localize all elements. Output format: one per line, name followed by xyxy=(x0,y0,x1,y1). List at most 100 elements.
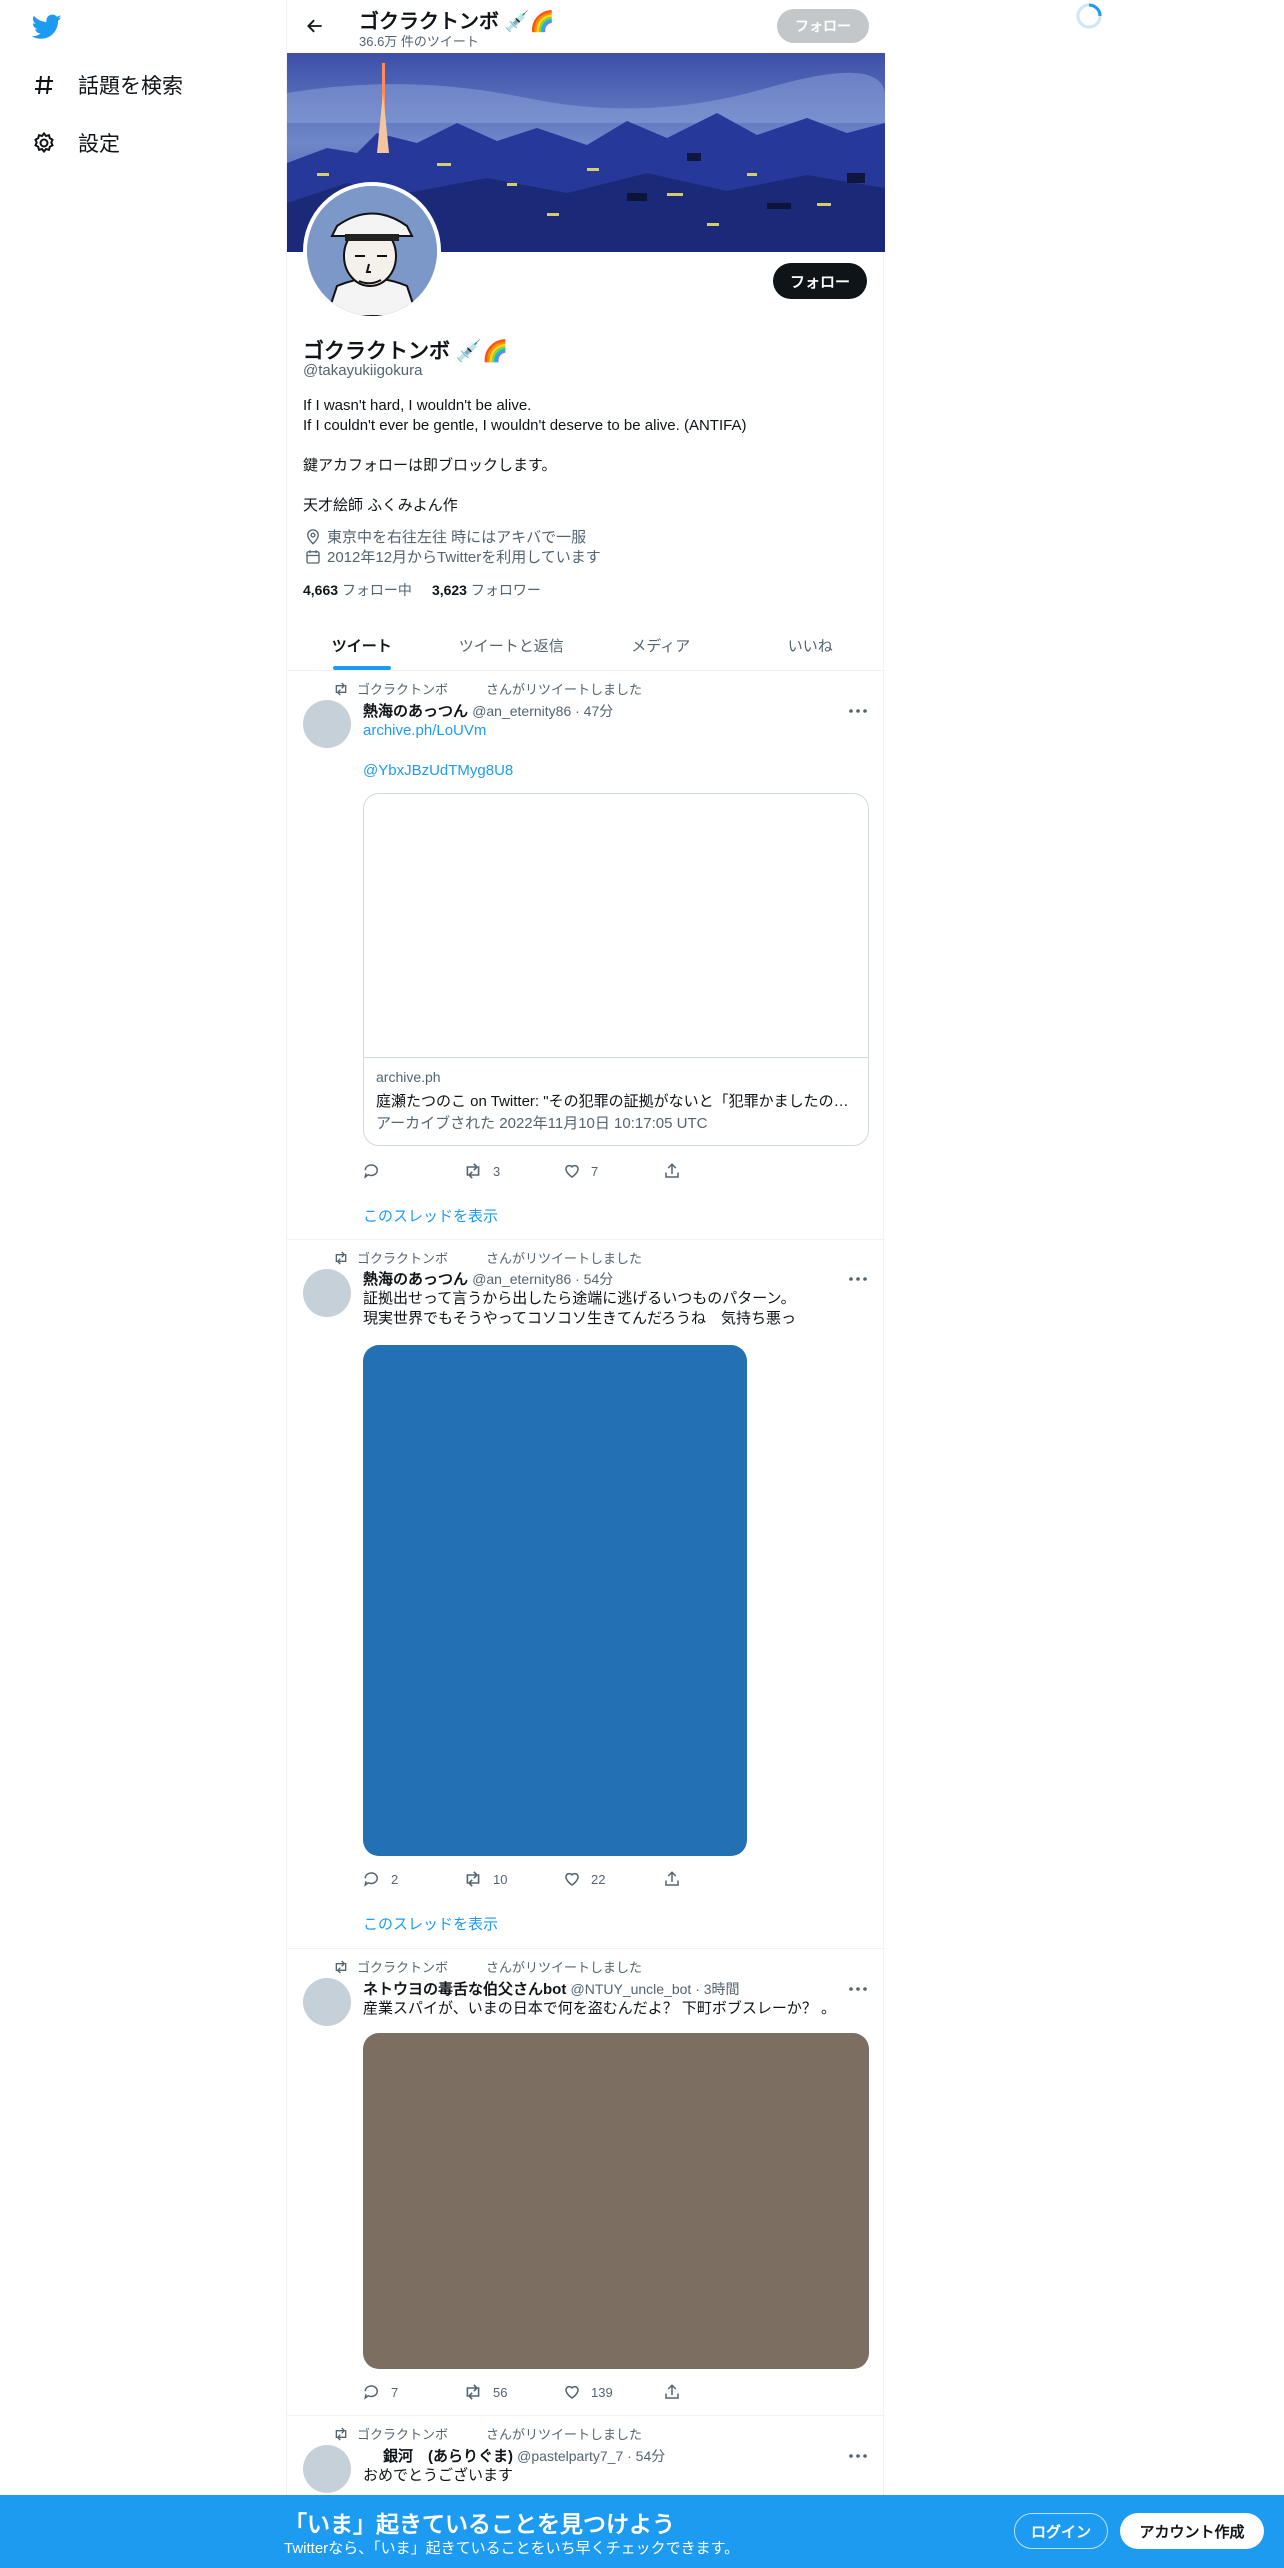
retweet-label: さんがリツイートしました xyxy=(486,2427,643,2442)
handle-time[interactable]: @an_eternity86 · 54分 xyxy=(472,1271,613,1287)
share-icon xyxy=(665,1163,679,1178)
share-button[interactable] xyxy=(663,1867,763,1891)
avatar[interactable] xyxy=(303,1269,351,1317)
like-button[interactable]: 7 xyxy=(563,1159,663,1183)
handle-time[interactable]: @pastelparty7_7 · 54分 xyxy=(517,2448,665,2464)
retweet-icon xyxy=(466,1871,480,1887)
back-arrow-icon[interactable] xyxy=(301,12,329,40)
display-name[interactable]: 銀河 (あらりぐま) xyxy=(383,2448,513,2465)
retweeter-name[interactable]: ゴクラクトンボ xyxy=(357,2424,448,2443)
more-icon[interactable] xyxy=(847,1268,869,1290)
following-link[interactable]: 4,663 フォロー中 xyxy=(303,580,412,600)
tweet-actions: 2 10 22 xyxy=(363,1867,783,1891)
nav-settings[interactable]: 設定 xyxy=(32,128,120,158)
loading-spinner-icon xyxy=(1074,1,1104,31)
profile-avatar[interactable] xyxy=(303,182,441,320)
nav-explore-label: 話題を検索 xyxy=(78,75,183,98)
retweet-button[interactable]: 10 xyxy=(463,1867,563,1891)
location-pin-icon xyxy=(303,527,323,547)
tweet-header: ネトウヨの毒舌な伯父さんbot @NTUY_uncle_bot · 3時間 xyxy=(363,1978,740,1999)
tweet-actions: 3 7 xyxy=(363,1159,783,1183)
tweet-text-line: 現実世界でもそうやってコソコソ生きてんだろうね 気持ち悪っ xyxy=(363,1310,797,1327)
retweeter-name[interactable]: ゴクラクトンボ xyxy=(357,1248,448,1267)
tab-media[interactable]: メディア xyxy=(586,621,736,670)
gear-icon xyxy=(34,131,54,154)
share-button[interactable] xyxy=(663,1159,763,1183)
like-button[interactable]: 22 xyxy=(563,1867,663,1891)
retweet-count: 3 xyxy=(493,1163,501,1179)
retweet-label: さんがリツイートしました xyxy=(486,682,643,697)
display-name[interactable]: ネトウヨの毒舌な伯父さんbot xyxy=(363,1981,566,1998)
tweet-media[interactable] xyxy=(363,1345,747,1856)
more-icon[interactable] xyxy=(847,1978,869,2000)
reply-count: 2 xyxy=(391,1871,399,1887)
retweet-context: ゴクラクトンボ さんがリツイートしました xyxy=(333,679,642,698)
bio-line: If I wasn't hard, I wouldn't be alive. xyxy=(303,397,532,414)
handle-time[interactable]: @NTUY_uncle_bot · 3時間 xyxy=(571,1981,740,1997)
display-name[interactable]: 熱海のあっつん xyxy=(363,1271,468,1288)
show-thread-link[interactable]: このスレッドを表示 xyxy=(363,1913,498,1934)
reply-button[interactable]: 2 xyxy=(363,1867,463,1891)
link-card[interactable]: archive.ph 庭瀬たつのこ on Twitter: "その犯罪の証拠がな… xyxy=(363,793,869,1146)
more-icon[interactable] xyxy=(847,700,869,722)
tweet-text-line: おめでとうございます xyxy=(363,2467,514,2484)
more-icon[interactable] xyxy=(847,2445,869,2467)
tweet[interactable]: ゴクラクトンボ さんがリツイートしました 熱海のあっつん @an_eternit… xyxy=(287,671,885,1240)
signup-button[interactable]: アカウント作成 xyxy=(1120,2513,1264,2549)
tweet-media[interactable] xyxy=(363,2033,869,2369)
handle-time[interactable]: @an_eternity86 · 47分 xyxy=(472,703,613,719)
followers-label: フォロワー xyxy=(470,582,541,598)
tab-likes[interactable]: いいね xyxy=(736,621,886,670)
topbar-tweet-count: 36.6万 件のツイート xyxy=(359,34,479,49)
follow-button[interactable]: フォロー xyxy=(773,263,867,299)
reply-icon xyxy=(364,1164,378,1179)
nav-explore[interactable]: 話題を検索 xyxy=(32,70,183,100)
retweet-count: 10 xyxy=(493,1871,508,1887)
retweet-context: ゴクラクトンボ さんがリツイートしました xyxy=(333,1248,642,1267)
retweet-icon xyxy=(335,1960,347,1973)
tweet[interactable]: ゴクラクトンボ さんがリツイートしました 熱海のあっつん @an_eternit… xyxy=(287,1240,885,1949)
tab-tweets-replies[interactable]: ツイートと返信 xyxy=(437,621,587,670)
profile-topbar: ゴクラクトンボ 💉🌈 36.6万 件のツイート フォロー xyxy=(287,0,885,53)
following-label: フォロー中 xyxy=(341,582,412,598)
topbar-follow-button[interactable]: フォロー xyxy=(777,9,869,43)
like-button[interactable]: 139 xyxy=(563,2380,663,2404)
display-name[interactable]: 熱海のあっつん xyxy=(363,703,468,720)
share-button[interactable] xyxy=(663,2380,763,2404)
retweeter-name[interactable]: ゴクラクトンボ xyxy=(357,1957,448,1976)
retweet-label: さんがリツイートしました xyxy=(486,1251,643,1266)
profile-name-text: ゴクラクトンボ xyxy=(303,340,450,363)
login-button[interactable]: ログイン xyxy=(1014,2513,1108,2549)
bio-line: If I couldn't ever be gentle, I wouldn't… xyxy=(303,417,747,434)
retweet-icon xyxy=(466,2384,480,2400)
reply-button[interactable]: 7 xyxy=(363,2380,463,2404)
twitter-bird-icon[interactable] xyxy=(31,14,62,45)
retweet-button[interactable]: 56 xyxy=(463,2380,563,2404)
tweet-link[interactable]: archive.ph/LoUVm xyxy=(363,721,513,741)
calendar-icon xyxy=(303,547,323,567)
avatar[interactable] xyxy=(303,700,351,748)
heart-icon xyxy=(565,2385,579,2399)
topbar-name: ゴクラクトンボ 💉🌈 xyxy=(359,5,554,34)
bio-line: 鍵アカフォローは即ブロックします。 xyxy=(303,457,557,474)
signup-banner-subtitle: Twitterなら、「いま」起きていることをいち早くチェックできます。 xyxy=(284,2540,740,2557)
retweet-context: ゴクラクトンボ さんがリツイートしました xyxy=(333,2424,642,2443)
tab-tweets[interactable]: ツイート xyxy=(287,621,437,670)
followers-link[interactable]: 3,623 フォロワー xyxy=(432,580,541,600)
retweet-icon xyxy=(335,2427,347,2440)
tweet-text: archive.ph/LoUVm @YbxJBzUdTMyg8U8 xyxy=(363,721,513,781)
retweeter-name[interactable]: ゴクラクトンボ xyxy=(357,679,448,698)
retweet-icon xyxy=(466,1163,480,1179)
signup-banner-title: 「いま」起きていることを見つけよう xyxy=(284,2511,675,2537)
like-count: 139 xyxy=(591,2384,613,2400)
show-thread-link[interactable]: このスレッドを表示 xyxy=(363,1205,498,1226)
avatar[interactable] xyxy=(303,1978,351,2026)
reply-button[interactable] xyxy=(363,1159,463,1183)
topbar-name-text: ゴクラクトンボ xyxy=(359,11,499,33)
tweet[interactable]: ゴクラクトンボ さんがリツイートしました ネトウヨの毒舌な伯父さんbot @NT… xyxy=(287,1949,885,2416)
tweet-text-line: 産業スパイが、いまの日本で何を盗むんだよ？ 下町ボブスレーか？ 。 xyxy=(363,2000,837,2017)
tweet-mention[interactable]: @YbxJBzUdTMyg8U8 xyxy=(363,761,513,781)
avatar[interactable] xyxy=(303,2445,351,2493)
retweet-button[interactable]: 3 xyxy=(463,1159,563,1183)
tweet-header: 熱海のあっつん @an_eternity86 · 54分 xyxy=(363,1268,613,1289)
